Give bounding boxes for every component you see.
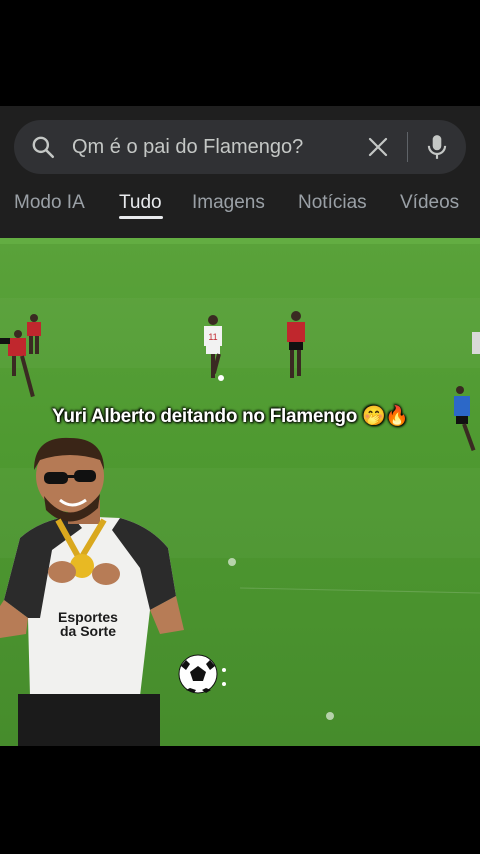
close-icon[interactable] xyxy=(366,135,390,159)
tab-tudo[interactable]: Tudo xyxy=(119,192,162,214)
bottom-black-area xyxy=(0,746,480,854)
tab-modo-ia[interactable]: Modo IA xyxy=(14,192,85,214)
pitch-mark xyxy=(228,558,236,566)
tab-imagens[interactable]: Imagens xyxy=(192,192,265,214)
video-player[interactable]: 11 Esportes da Sorte Yuri Alberto deitan… xyxy=(0,238,480,746)
search-bar[interactable]: Qm é o pai do Flamengo? xyxy=(14,120,466,174)
search-input[interactable]: Qm é o pai do Flamengo? xyxy=(72,136,303,159)
svg-text:11: 11 xyxy=(208,332,217,342)
pitch-mark xyxy=(326,712,334,720)
search-tabs: Modo IA Tudo Imagens Notícias Vídeos xyxy=(0,190,480,238)
search-icon xyxy=(32,136,55,159)
player-blue-right xyxy=(454,386,476,451)
microphone-icon[interactable] xyxy=(424,133,450,161)
tab-noticias[interactable]: Notícias xyxy=(298,192,367,214)
tab-videos[interactable]: Vídeos xyxy=(400,192,459,214)
video-frame: 11 Esportes da Sorte xyxy=(0,238,480,746)
video-caption: Yuri Alberto deitando no Flamengo 🤭🔥 xyxy=(52,406,409,427)
svg-text:da Sorte: da Sorte xyxy=(60,623,116,639)
active-tab-indicator xyxy=(119,216,163,219)
top-black-area xyxy=(0,0,480,106)
search-panel: Qm é o pai do Flamengo? Modo IA Tudo Ima… xyxy=(0,106,480,238)
player-edge xyxy=(472,332,480,354)
soccer-ball-icon xyxy=(178,654,226,694)
search-divider xyxy=(407,132,408,162)
